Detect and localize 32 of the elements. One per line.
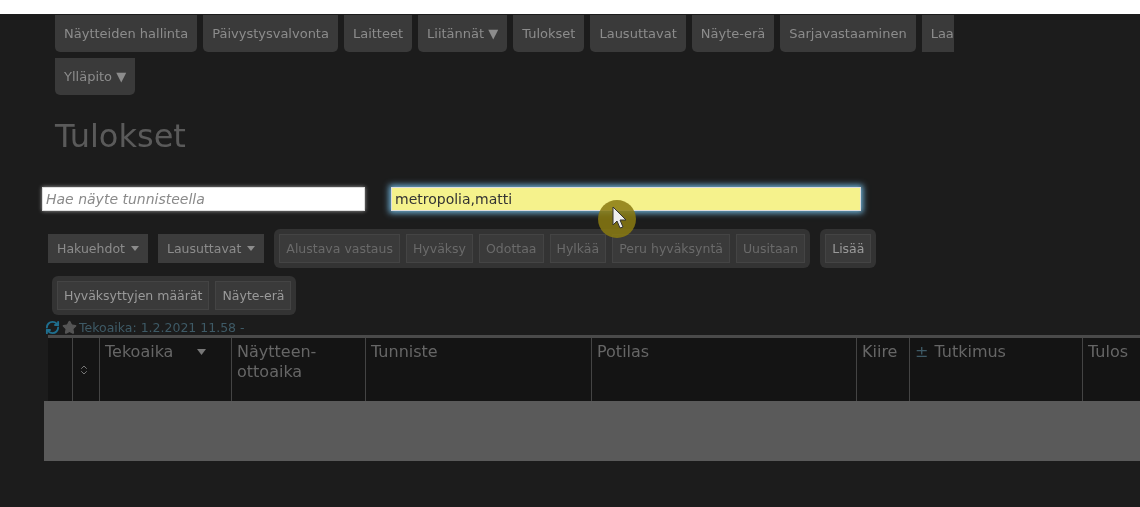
sample-id-search-field[interactable]: Hae näyte tunnisteella xyxy=(42,187,365,211)
dropdown-button[interactable]: Hakuehdot xyxy=(48,234,148,263)
nav-button[interactable]: Päivystysvalvonta xyxy=(203,15,338,52)
expand-toggle[interactable]: ± xyxy=(915,342,929,362)
column-header[interactable]: Tunniste xyxy=(371,342,438,362)
star-icon[interactable] xyxy=(62,319,77,335)
column-header[interactable]: Tekoaika xyxy=(105,342,174,362)
refresh-icon[interactable] xyxy=(45,319,60,335)
dropdown-button[interactable]: Lausuttavat xyxy=(157,234,265,263)
nav-button[interactable]: Tulokset xyxy=(513,15,585,52)
caret-icon xyxy=(247,246,256,251)
report-button[interactable]: Näyte-erä xyxy=(215,281,292,310)
nav-button[interactable]: Lausuttavat xyxy=(590,15,686,52)
column-header[interactable]: Kiire xyxy=(862,342,898,362)
sort-icon[interactable] xyxy=(78,363,90,376)
add-button[interactable]: Lisää xyxy=(825,234,872,263)
column-header[interactable]: Potilas xyxy=(597,342,650,362)
page-title: Tulokset xyxy=(55,117,187,157)
nav-button[interactable]: Sarjavastaaminen xyxy=(780,15,916,52)
column-header[interactable]: Tutkimus xyxy=(934,342,1006,362)
nav-button[interactable]: Laa xyxy=(921,15,954,52)
nav-button[interactable]: Ylläpito ▼ xyxy=(55,58,136,95)
nav-button[interactable]: Näyte-erä xyxy=(691,15,775,52)
report-button[interactable]: Hyväksyttyjen määrät xyxy=(57,281,210,310)
nav-button[interactable]: Liitännät ▼ xyxy=(418,15,508,52)
column-header[interactable]: Näytteen-ottoaika xyxy=(237,342,360,382)
nav-button[interactable]: Laitteet xyxy=(343,15,413,52)
caret-icon xyxy=(130,246,139,251)
nav-button[interactable]: Näytteiden hallinta xyxy=(55,15,198,52)
filter-summary: Tekoaika: 1.2.2021 11.58 - xyxy=(79,319,245,335)
patient-search-field[interactable]: metropolia,matti xyxy=(391,187,861,211)
column-header[interactable]: Tulos xyxy=(1088,342,1129,362)
